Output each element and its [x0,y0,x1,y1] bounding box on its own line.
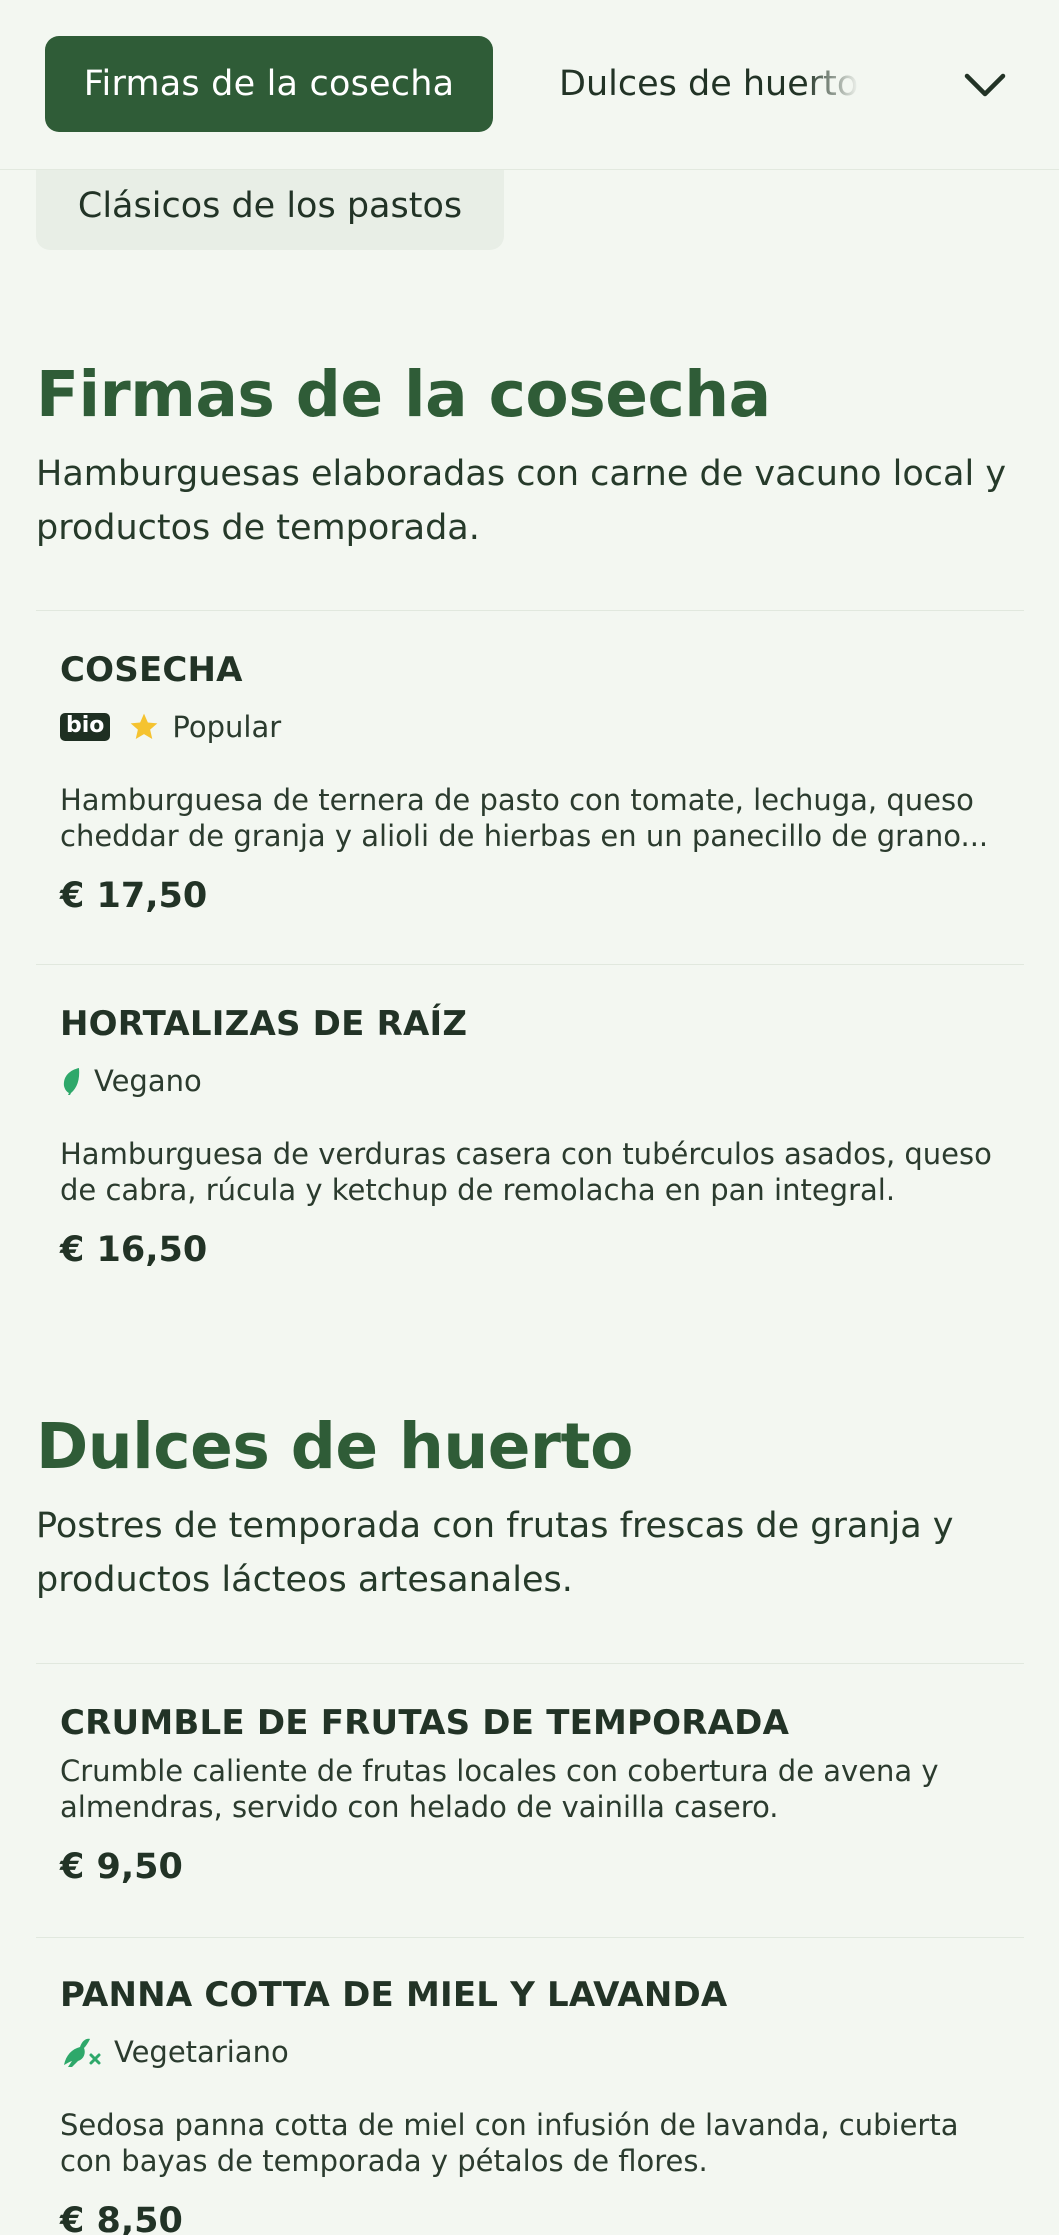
popular-tag: Popular [128,710,281,744]
tab-firmas-de-la-cosecha[interactable]: Firmas de la cosecha [45,36,493,132]
item-tags: bio Popular [60,710,1000,744]
menu-item[interactable]: CRUMBLE DE FRUTAS DE TEMPORADA Crumble c… [36,1703,1024,1887]
divider [36,1663,1024,1664]
menu-item[interactable]: HORTALIZAS DE RAÍZ Vegano Hamburguesa de… [36,1004,1024,1270]
vegan-tag: Vegano [60,1064,202,1098]
item-name: COSECHA [60,650,243,690]
item-price: € 8,50 [60,2201,183,2235]
vegetarian-icon [60,2035,102,2069]
item-name: PANNA COTTA DE MIEL Y LAVANDA [60,1975,728,2015]
item-tags: Vegetariano [60,2035,1000,2069]
section-description: Postres de temporada con frutas frescas … [36,1506,954,1601]
item-tags: Vegano [60,1064,1000,1098]
chevron-down-icon[interactable] [960,60,1010,110]
item-price: € 9,50 [60,1847,183,1887]
section-title: Dulces de huerto [36,1410,633,1483]
item-name: HORTALIZAS DE RAÍZ [60,1004,468,1044]
item-description: Hamburguesa de verduras casera con tubér… [60,1137,992,1207]
divider [36,1937,1024,1938]
section-dulces-de-huerto: Dulces de huerto Postres de temporada co… [36,1412,1024,1607]
item-price: € 16,50 [60,1230,208,1270]
item-price: € 17,50 [60,876,208,916]
menu-item[interactable]: PANNA COTTA DE MIEL Y LAVANDA Vegetarian… [36,1975,1024,2235]
vegetarian-tag: Vegetariano [60,2035,289,2069]
star-icon [128,711,160,743]
menu-item[interactable]: COSECHA bio Popular Hamburguesa de terne… [36,650,1024,916]
item-description: Sedosa panna cotta de miel con infusión … [60,2108,959,2178]
item-description: Crumble caliente de frutas locales con c… [60,1754,939,1824]
leaf-icon [60,1066,82,1096]
section-description: Hamburguesas elaboradas con carne de vac… [36,454,1007,549]
item-name: CRUMBLE DE FRUTAS DE TEMPORADA [60,1703,790,1743]
section-firmas-de-la-cosecha: Firmas de la cosecha Hamburguesas elabor… [36,360,1024,555]
category-nav: Firmas de la cosecha Dulces de huerto [0,0,1059,170]
tab-dulces-de-huerto[interactable]: Dulces de huerto [559,36,859,132]
divider [36,964,1024,965]
section-title: Firmas de la cosecha [36,358,771,431]
divider [36,610,1024,611]
tab-clasicos-de-los-pastos[interactable]: Clásicos de los pastos [36,162,504,250]
item-description: Hamburguesa de ternera de pasto con toma… [60,783,989,853]
bio-badge: bio [60,713,111,741]
